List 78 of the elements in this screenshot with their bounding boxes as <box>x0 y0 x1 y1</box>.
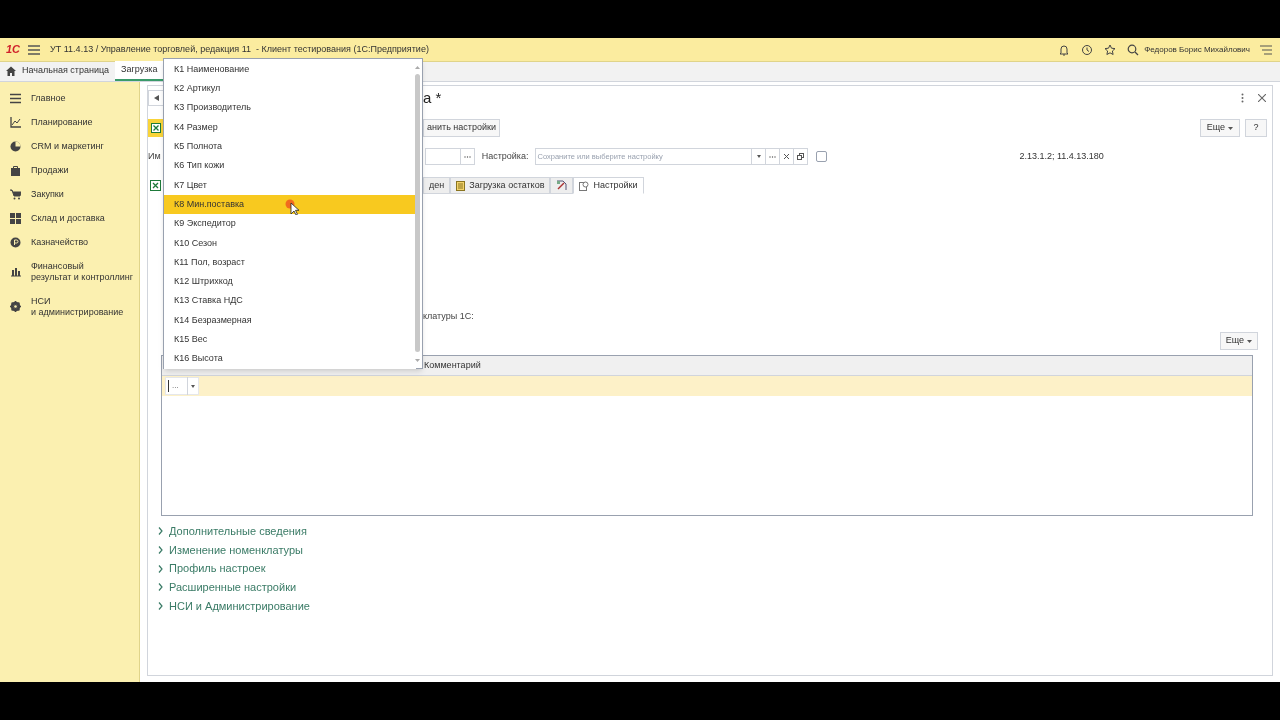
version-text: 2.13.1.2; 11.4.13.180 <box>1019 149 1104 163</box>
chevron-right-icon <box>158 583 163 592</box>
arrow-icon <box>154 95 159 101</box>
settings-icon <box>10 301 21 312</box>
cart-icon <box>10 188 21 200</box>
form-title: а * <box>423 87 442 108</box>
more-icon <box>463 155 471 158</box>
sidebar-item[interactable]: Финансовый результат и контроллинг <box>31 260 134 283</box>
section-link[interactable]: Изменение номенклатуры <box>148 540 1272 560</box>
spreadsheet-icon[interactable] <box>150 180 161 191</box>
sidebar-item[interactable]: НСИ и администрирование <box>31 295 124 318</box>
coin-icon <box>10 236 21 248</box>
name-field[interactable] <box>424 148 475 165</box>
bar-chart-icon <box>10 266 21 277</box>
dropdown-button[interactable] <box>186 377 198 395</box>
save-settings-button[interactable]: анить настройки <box>423 119 500 137</box>
scrollbar-thumb[interactable] <box>415 74 420 352</box>
dropdown-item[interactable]: К8 Мин.поставка <box>164 195 416 215</box>
caret-icon <box>756 155 761 158</box>
grid-icon <box>10 212 21 224</box>
window-title: УТ 11.4.13 / Управление торговлей, редакция 11 - Клиент тестирования (1С:Предприятие) <box>50 42 429 56</box>
document-icon <box>456 180 466 191</box>
bag-icon <box>10 164 21 176</box>
form-tab[interactable]: Загрузка остатков <box>450 177 551 194</box>
cell-input-field[interactable]: ... <box>165 377 199 395</box>
windows-icon <box>797 153 805 160</box>
sidebar-item[interactable]: Планирование <box>31 116 93 128</box>
more-icon <box>769 155 777 158</box>
app-logo: 1С <box>6 42 21 58</box>
field-label: Настройка: <box>481 149 529 163</box>
chevron-right-icon <box>158 602 163 611</box>
checkbox[interactable] <box>816 151 828 162</box>
sidebar-item[interactable]: CRM и маркетинг <box>31 140 104 152</box>
mouse-cursor-icon <box>285 199 299 215</box>
form-tab[interactable]: ден <box>423 177 451 194</box>
tools-icon <box>556 180 568 191</box>
menu-icon[interactable] <box>28 44 41 55</box>
chart-icon <box>10 116 21 128</box>
sidebar-item[interactable]: Склад и доставка <box>31 212 105 224</box>
user-name[interactable]: Федоров Борис Михайлович <box>1144 43 1250 56</box>
list-icon <box>10 92 21 104</box>
search-icon[interactable] <box>1127 43 1140 56</box>
history-icon[interactable] <box>1081 43 1094 56</box>
section-link[interactable]: Профиль настроек <box>148 559 1272 579</box>
table-row[interactable]: ... <box>162 376 1252 396</box>
chevron-right-icon <box>158 527 163 536</box>
close-icon[interactable] <box>1258 94 1266 102</box>
home-icon <box>6 66 16 76</box>
spreadsheet-icon <box>151 123 161 133</box>
help-button[interactable]: ? <box>1245 119 1267 137</box>
excel-button[interactable] <box>148 119 164 137</box>
sidebar-item[interactable]: Казначейство <box>31 236 89 248</box>
more-button[interactable]: Еще <box>1219 332 1258 350</box>
sidebar-item[interactable]: Закупки <box>31 188 64 200</box>
caret-icon <box>1228 126 1233 130</box>
more-icon[interactable] <box>1241 93 1244 103</box>
field-label: Им <box>148 149 161 163</box>
form-tab[interactable] <box>550 177 574 194</box>
back-button[interactable] <box>148 90 164 106</box>
section-link[interactable]: НСИ и Администрирование <box>148 596 1272 616</box>
hint-text: клатуры 1С: <box>423 310 474 324</box>
close-icon <box>784 154 790 159</box>
column-header: Комментарий <box>424 358 481 372</box>
dropdown-item[interactable]: К16 Высота <box>164 349 416 369</box>
settings-icon <box>579 180 590 191</box>
caret-icon <box>190 384 195 388</box>
pie-chart-icon <box>10 140 21 152</box>
tab[interactable]: Загрузка <box>115 61 164 81</box>
caret-icon <box>1247 339 1252 343</box>
section-link[interactable]: Расширенные настройки <box>148 578 1272 597</box>
star-icon[interactable] <box>1104 43 1117 56</box>
section-link[interactable]: Дополнительные сведения <box>148 522 1272 541</box>
bell-icon[interactable] <box>1058 43 1071 56</box>
form-tab[interactable]: Настройки <box>573 177 644 194</box>
tab[interactable]: Начальная страница <box>0 61 116 81</box>
more-button[interactable]: Еще <box>1199 119 1240 137</box>
sidebar-item[interactable]: Главное <box>31 92 66 104</box>
sidebar-item[interactable]: Продажи <box>31 164 69 176</box>
